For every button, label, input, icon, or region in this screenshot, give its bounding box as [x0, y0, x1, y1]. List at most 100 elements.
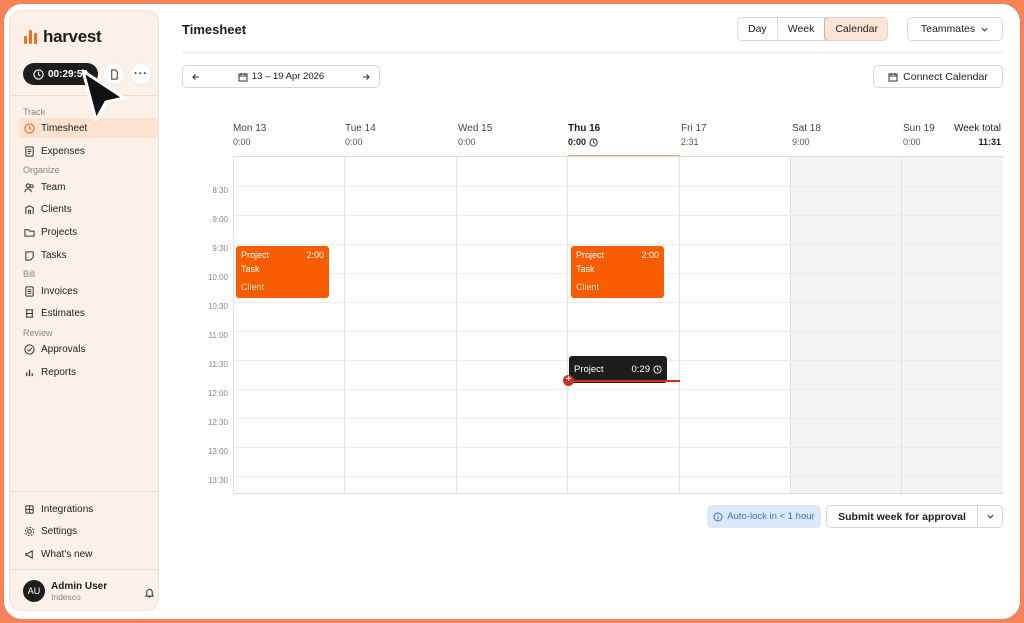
bar-chart-icon [26, 369, 33, 376]
calendar-icon [888, 72, 898, 81]
time-entry-block[interactable]: Project 2:00 Task Client [571, 246, 664, 298]
day-header-wed[interactable]: Wed 15 0:00 [458, 123, 492, 147]
day-label: Tue 14 [345, 123, 376, 134]
team-icon [24, 182, 34, 192]
day-header-thu[interactable]: Thu 16 0:00 [568, 123, 600, 147]
week-total-value: 11:31 [978, 137, 1001, 147]
day-header-mon[interactable]: Mon 13 0:00 [233, 123, 266, 147]
chevron-down-icon [981, 27, 988, 32]
day-label: Wed 15 [458, 123, 493, 134]
entry-duration: 2:00 [641, 250, 659, 260]
clock-icon [653, 365, 662, 374]
weekend-shading [790, 157, 1003, 493]
invoice-icon [25, 285, 34, 297]
day-header-tue[interactable]: Tue 14 0:00 [345, 123, 376, 147]
week-total: Week total 11:31 [924, 123, 1001, 147]
day-label: Sat 18 [792, 123, 821, 134]
entry-client: Client [576, 282, 600, 292]
sidebar-item-label: Expenses [41, 145, 85, 157]
entry-duration: 0:29 [631, 364, 651, 375]
clock-icon [589, 137, 598, 147]
hour-line [233, 244, 1003, 245]
day-hours: 2:31 [681, 137, 699, 147]
view-calendar-button[interactable]: Calendar [824, 18, 887, 40]
hour-line [233, 418, 1003, 419]
ellipsis-icon: ··· [134, 68, 148, 80]
entry-project: Project [574, 364, 604, 375]
clock-icon [24, 122, 35, 134]
hour-line [233, 215, 1003, 216]
estimate-icon [25, 308, 34, 318]
time-label: 9:30 [212, 244, 228, 253]
page-title: Timesheet [182, 22, 247, 37]
running-entry-block[interactable]: Project 0:29 [569, 356, 667, 383]
view-day-button[interactable]: Day [738, 18, 778, 40]
hour-line [233, 447, 1003, 448]
sidebar-item-label: Integrations [41, 503, 94, 515]
entry-project: Project [576, 250, 605, 260]
time-label: 13:00 [207, 447, 228, 456]
day-header-fri[interactable]: Fri 17 2:31 [681, 123, 707, 147]
day-label: Mon 13 [233, 123, 267, 134]
date-range-picker[interactable]: 13 – 19 Apr 2026 [238, 71, 324, 82]
sidebar-item-reports[interactable]: Reports [18, 362, 158, 382]
submit-options-dropdown[interactable] [977, 505, 1003, 528]
sidebar-item-team[interactable]: Team [18, 177, 158, 197]
avatar: AU [23, 580, 45, 602]
info-icon [713, 512, 723, 521]
time-label: 10:30 [207, 302, 228, 311]
time-entry-block[interactable]: Project 2:00 Task Client [236, 246, 329, 298]
column-divider [790, 157, 791, 493]
sidebar-item-label: Settings [41, 525, 78, 537]
autolock-notice[interactable]: Auto-lock in < 1 hour [707, 505, 821, 528]
sidebar-item-label: Approvals [41, 343, 86, 355]
submit-week-button[interactable]: Submit week for approval [826, 505, 978, 528]
sidebar-item-approvals[interactable]: Approvals [18, 339, 158, 359]
time-label: 11:00 [208, 331, 228, 340]
sidebar-item-whats-new[interactable]: What's new [18, 544, 158, 564]
sidebar-item-expenses[interactable]: Expenses [18, 141, 158, 161]
entry-duration: 2:00 [306, 250, 324, 260]
connect-calendar-button[interactable]: Connect Calendar [873, 65, 1003, 88]
sidebar-item-settings[interactable]: Settings [18, 521, 158, 541]
building-icon [25, 204, 34, 214]
more-options-button[interactable]: ··· [130, 63, 152, 85]
time-label: 12:00 [207, 389, 228, 398]
calendar-grid[interactable] [233, 156, 1003, 494]
day-label: Fri 17 [681, 123, 707, 134]
sidebar-item-clients[interactable]: Clients [18, 199, 158, 219]
section-track: Track [23, 107, 46, 117]
sidebar-divider [10, 569, 158, 570]
sidebar-item-label: Projects [41, 226, 78, 238]
time-label: 12:30 [207, 418, 228, 427]
sidebar-item-label: Team [41, 181, 66, 193]
column-divider [456, 157, 457, 493]
time-label: 9:00 [212, 215, 228, 224]
section-review: Review [23, 328, 53, 338]
receipt-icon [25, 145, 34, 157]
arrow-right-icon[interactable] [361, 72, 371, 82]
teammates-dropdown[interactable]: Teammates [907, 17, 1003, 41]
sidebar-divider [10, 491, 158, 492]
hour-line [233, 331, 1003, 332]
day-hours: 0:00 [568, 137, 587, 147]
date-range-label: 13 – 19 Apr 2026 [251, 71, 325, 82]
entry-task: Task [241, 264, 260, 274]
arrow-left-icon[interactable] [191, 72, 201, 82]
add-entry-plus-icon[interactable]: + [563, 375, 574, 386]
bell-icon[interactable] [144, 587, 155, 598]
sidebar-item-label: Timesheet [41, 122, 88, 134]
day-header-sat[interactable]: Sat 18 9:00 [792, 123, 821, 147]
sidebar-item-label: What's new [41, 548, 93, 560]
view-week-button[interactable]: Week [778, 18, 826, 40]
sidebar-item-projects[interactable]: Projects [18, 222, 158, 242]
harvest-logo[interactable]: harvest [24, 27, 102, 47]
sidebar-item-estimates[interactable]: Estimates [18, 303, 158, 323]
sidebar-item-tasks[interactable]: Tasks [18, 245, 158, 265]
clock-icon [33, 68, 44, 80]
day-hours: 9:00 [792, 137, 810, 147]
sidebar-item-integrations[interactable]: Integrations [18, 499, 158, 519]
calendar-icon [238, 72, 248, 81]
sidebar-item-invoices[interactable]: Invoices [18, 281, 158, 301]
user-profile[interactable]: AU Admin User Iridesco [23, 580, 107, 602]
